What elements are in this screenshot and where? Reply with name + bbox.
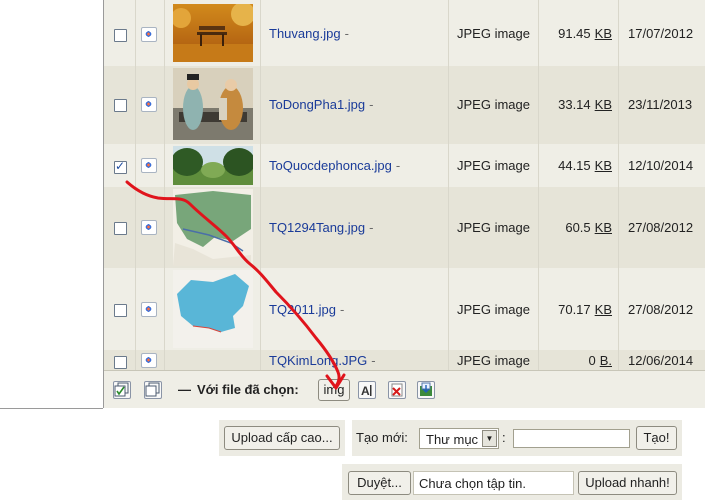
img-button[interactable]: img [318,379,350,401]
file-size-unit: KB [594,158,612,173]
file-name-dash: - [344,26,349,41]
edit-image-icon[interactable] [141,353,157,368]
file-size: 70.17 [558,302,591,317]
file-size: 0 [588,353,596,368]
file-name-dash: - [369,220,374,235]
file-type: JPEG image [457,158,530,173]
quick-upload-box: Duyệt... Chưa chọn tập tin. Upload nhanh… [342,464,682,500]
file-manager-panel: Thuvang.jpg - JPEG image 91.45 KB 17/07/20… [103,0,705,409]
create-name-field[interactable] [513,429,630,448]
file-name-link[interactable]: Thuvang.jpg [269,26,341,41]
deselect-all-icon[interactable] [144,381,162,399]
image-thumbnail[interactable] [173,270,253,348]
file-size-unit: KB [594,220,612,235]
file-row: ToDongPha1.jpg - JPEG image 33.14 KB 23/11… [104,66,705,144]
select-all-icon[interactable] [113,381,131,399]
edit-image-icon[interactable] [141,97,157,112]
file-name-dash: - [339,302,345,317]
edit-image-icon[interactable] [141,27,157,42]
select-checkbox-checked[interactable] [114,159,127,174]
bulk-label: Với file đã chọn: [197,382,299,397]
select-checkbox[interactable] [114,29,127,42]
file-date: 12/10/2014 [628,158,694,173]
file-name-link[interactable]: TQ2011.jpg [269,302,336,317]
rename-icon[interactable]: A [358,381,376,399]
edit-image-icon[interactable] [141,158,157,173]
advanced-upload-button[interactable]: Upload cấp cao... [224,426,340,450]
image-thumbnail[interactable] [173,146,253,185]
file-row: Thuvang.jpg - JPEG image 91.45 KB 17/07/20… [104,0,705,66]
file-name-dash: - [369,97,374,112]
file-type: JPEG image [457,353,530,368]
select-checkbox[interactable] [114,304,127,317]
image-thumbnail[interactable] [173,4,253,62]
file-type: JPEG image [457,26,530,41]
select-checkbox[interactable] [114,222,127,235]
browse-button[interactable]: Duyệt... [348,471,411,495]
select-checkbox[interactable] [114,356,127,369]
file-date: 23/11/2013 [628,97,693,112]
delete-icon[interactable] [388,381,406,399]
file-row: TQKimLong.JPG - JPEG image 0 B. 12/06/2014 [104,350,705,370]
file-date: 27/08/2012 [628,220,694,235]
advanced-upload-box: Upload cấp cao... [219,420,345,456]
file-name-link[interactable]: TQKimLong.JPG [269,353,367,368]
file-date: 17/07/2012 [628,26,694,41]
file-size-unit: KB [594,26,612,41]
file-row: ToQuocdephonca.jpg- JPEG image 44.15KB 1… [104,144,705,187]
file-row: TQ1294Tang.jpg - JPEG image 60.5 KB 27/08/… [104,187,705,268]
no-file-text: Chưa chọn tập tin. [419,476,526,491]
file-name-link[interactable]: ToDongPha1.jpg [269,97,365,112]
file-chooser-field[interactable]: Chưa chọn tập tin. [413,471,574,495]
file-size-unit: KB [594,302,612,317]
file-date: 12/06/2014 [628,353,694,368]
edit-image-icon[interactable] [141,220,157,235]
select-checkbox[interactable] [114,99,127,112]
file-size: 60.5 [565,220,591,235]
file-type: JPEG image [457,97,530,112]
edit-image-icon[interactable] [141,302,157,317]
create-type-select[interactable]: Thư mục ▼ [419,428,499,449]
file-type: JPEG image [457,302,530,317]
file-row: TQ2011.jpg - JPEG image 70.17 KB 27/08/201… [104,268,705,350]
file-date: 27/08/2012 [628,302,694,317]
file-size: 91.45 [558,26,591,41]
image-thumbnail[interactable] [173,68,253,140]
svg-text:A: A [361,384,370,398]
file-name-link[interactable]: ToQuocdephonca.jpg [269,158,392,173]
bulk-actions-toolbar: — Với file đã chọn: img A [104,370,705,409]
create-type-selected: Thư mục [426,432,479,447]
colon: : [502,430,506,445]
image-thumbnail[interactable] [173,189,253,266]
file-name-dash: - [371,353,376,368]
file-type: JPEG image [457,220,530,235]
file-name-link[interactable]: TQ1294Tang.jpg [269,220,365,235]
file-size-unit: KB [594,97,612,112]
upload-area: Upload cấp cao... Tạo mới: Thư mục ▼ : T… [0,408,705,500]
divider [0,408,103,409]
file-size: 44.15 [558,158,591,173]
file-name-dash: - [395,158,401,173]
create-new-box: Tạo mới: Thư mục ▼ : Tạo! [352,420,682,456]
create-button[interactable]: Tạo! [636,426,677,450]
move-icon[interactable] [417,381,435,399]
bulk-dash: — [178,382,191,397]
chevron-down-icon[interactable]: ▼ [482,430,497,447]
create-label: Tạo mới: [356,430,408,445]
file-size-unit: B. [599,353,612,368]
file-size: 33.14 [558,97,591,112]
quick-upload-button[interactable]: Upload nhanh! [578,471,677,495]
